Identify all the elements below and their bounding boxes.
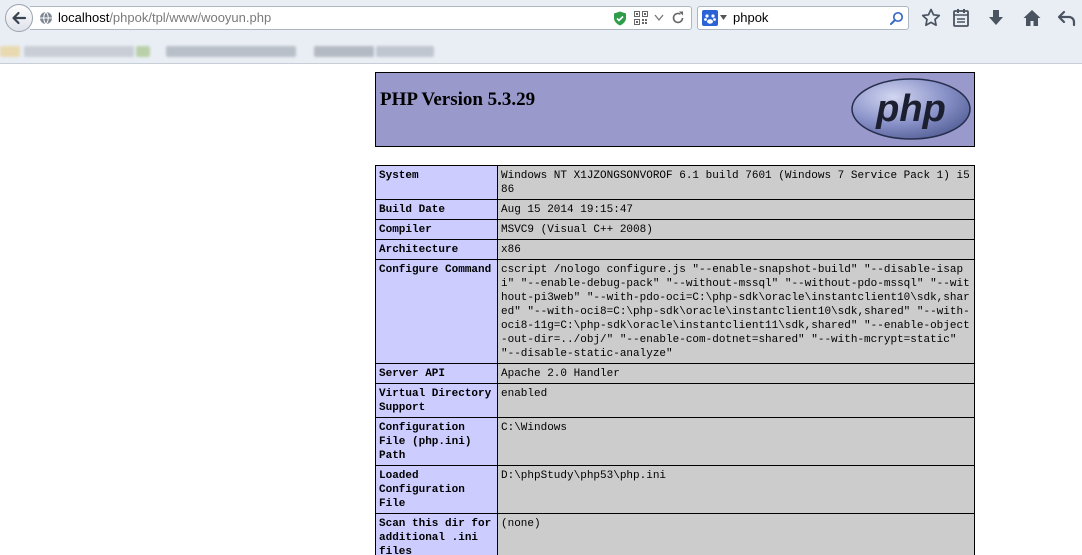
- shield-check-icon[interactable]: [613, 11, 627, 26]
- php-info-table: System Windows NT X1JZONGSONVOROF 6.1 bui…: [375, 165, 975, 555]
- row-value: D:\phpStudy\php53\php.ini: [497, 465, 975, 514]
- url-path: /phpok/tpl/www/wooyun.php: [109, 10, 272, 25]
- table-row: Build Date Aug 15 2014 19:15:47: [375, 199, 975, 220]
- svg-text:php: php: [875, 88, 946, 130]
- browser-chrome: localhost/phpok/tpl/www/wooyun.php phpok: [0, 0, 1082, 64]
- navigation-toolbar: localhost/phpok/tpl/www/wooyun.php phpok: [0, 0, 1082, 36]
- table-row: Configuration File (php.ini) Path C:\Wind…: [375, 417, 975, 466]
- table-row: Architecture x86: [375, 239, 975, 260]
- table-row: System Windows NT X1JZONGSONVOROF 6.1 bui…: [375, 165, 975, 200]
- home-icon[interactable]: [1022, 8, 1042, 28]
- reading-list-icon[interactable]: [951, 8, 971, 28]
- bookmark-item[interactable]: [376, 46, 434, 57]
- url-bar[interactable]: localhost/phpok/tpl/www/wooyun.php: [30, 6, 692, 30]
- back-button[interactable]: [5, 4, 33, 32]
- table-row: Server API Apache 2.0 Handler: [375, 363, 975, 384]
- table-row: Virtual Directory Support enabled: [375, 383, 975, 418]
- row-key: Build Date: [375, 199, 498, 220]
- url-text[interactable]: localhost/phpok/tpl/www/wooyun.php: [58, 10, 271, 25]
- row-value: Aug 15 2014 19:15:47: [497, 199, 975, 220]
- bookmark-item[interactable]: [166, 46, 296, 57]
- page-title: PHP Version 5.3.29: [380, 89, 536, 110]
- bookmark-item[interactable]: [314, 46, 374, 57]
- star-icon[interactable]: [921, 8, 941, 28]
- chevron-down-icon[interactable]: [720, 15, 727, 20]
- row-key: Server API: [375, 363, 498, 384]
- row-value: cscript /nologo configure.js "--enable-s…: [497, 259, 975, 364]
- row-key: Configuration File (php.ini) Path: [375, 417, 498, 466]
- bookmark-item[interactable]: [136, 46, 150, 57]
- row-value: Apache 2.0 Handler: [497, 363, 975, 384]
- phpinfo-page: PHP Version 5.3.29 php System Windows NT …: [0, 64, 1082, 555]
- row-key: Loaded Configuration File: [375, 465, 498, 514]
- qr-code-icon[interactable]: [634, 11, 648, 25]
- row-key: Compiler: [375, 219, 498, 240]
- back-arrow-icon: [12, 11, 27, 25]
- search-bar[interactable]: phpok: [697, 6, 909, 30]
- globe-icon: [40, 11, 52, 25]
- row-key: Virtual Directory Support: [375, 383, 498, 418]
- row-value: MSVC9 (Visual C++ 2008): [497, 219, 975, 240]
- search-icon[interactable]: [890, 11, 904, 25]
- url-host: localhost: [58, 10, 110, 25]
- download-icon[interactable]: [986, 8, 1006, 28]
- row-key: Scan this dir for additional .ini files: [375, 513, 498, 555]
- table-row: Configure Command cscript /nologo configu…: [375, 259, 975, 364]
- row-value: (none): [497, 513, 975, 555]
- bookmarks-bar: [0, 38, 1082, 62]
- undo-arrow-icon[interactable]: [1057, 8, 1077, 28]
- row-key: Architecture: [375, 239, 498, 260]
- reload-icon[interactable]: [671, 11, 685, 25]
- search-input[interactable]: phpok: [733, 10, 768, 25]
- search-engine-icon[interactable]: [702, 10, 718, 26]
- row-value: x86: [497, 239, 975, 260]
- row-value: C:\Windows: [497, 417, 975, 466]
- chevron-down-icon[interactable]: [654, 14, 664, 22]
- table-row: Compiler MSVC9 (Visual C++ 2008): [375, 219, 975, 240]
- row-value: enabled: [497, 383, 975, 418]
- php-version-header: PHP Version 5.3.29 php: [375, 72, 975, 147]
- bookmark-item[interactable]: [0, 46, 20, 57]
- row-key: Configure Command: [375, 259, 498, 364]
- row-key: System: [375, 165, 498, 200]
- table-row: Loaded Configuration File D:\phpStudy\php…: [375, 465, 975, 514]
- php-logo[interactable]: php: [850, 77, 972, 141]
- bookmark-item[interactable]: [24, 46, 134, 57]
- row-value: Windows NT X1JZONGSONVOROF 6.1 build 760…: [497, 165, 975, 200]
- table-row: Scan this dir for additional .ini files(…: [375, 513, 975, 555]
